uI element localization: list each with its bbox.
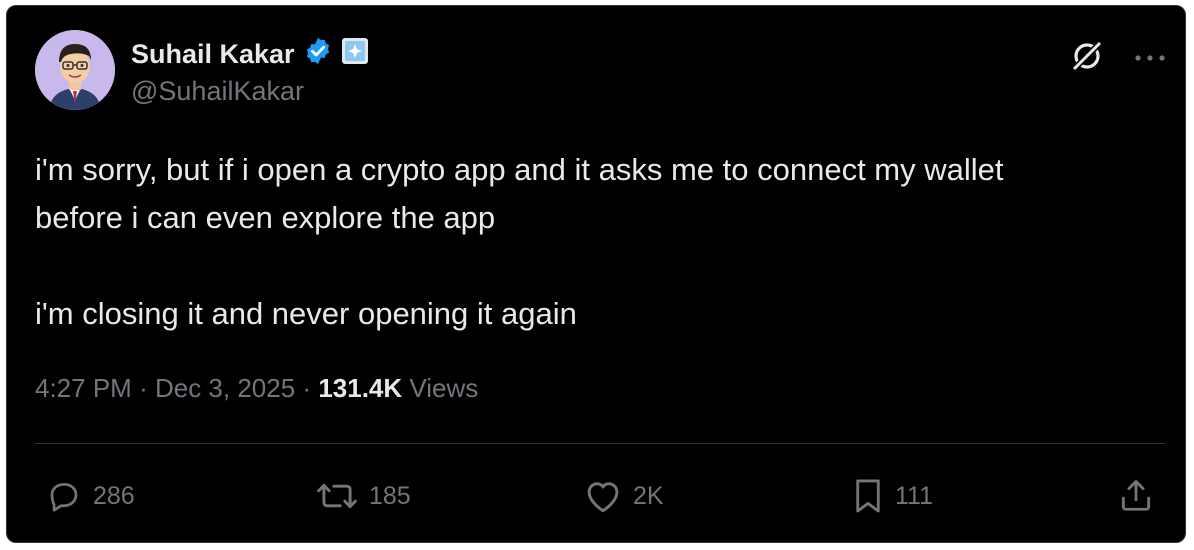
share-button[interactable]	[1117, 476, 1155, 514]
grok-icon[interactable]	[1067, 36, 1107, 81]
tweet-text-line: i'm closing it and never opening it agai…	[35, 296, 577, 331]
tweet-date[interactable]: Dec 3, 2025	[155, 373, 295, 403]
verified-badge-icon	[303, 36, 333, 71]
tweet-card: Suhail Kakar @SuhailKakar i'm sorry, but…	[6, 5, 1186, 543]
views-label: Views	[409, 373, 479, 403]
tweet-action-bar: 286 185 2K 111	[35, 476, 1171, 516]
bookmark-icon	[851, 477, 885, 515]
author-name-row: Suhail Kakar	[131, 36, 369, 71]
more-options-icon[interactable]	[1133, 50, 1167, 68]
reply-icon	[45, 478, 83, 514]
tweet-text: i'm sorry, but if i open a crypto app an…	[35, 146, 1155, 338]
tweet-text-line: i'm sorry, but if i open a crypto app an…	[35, 152, 1004, 187]
author-handle[interactable]: @SuhailKakar	[131, 75, 304, 107]
avatar[interactable]	[35, 30, 115, 110]
views-count: 131.4K	[318, 373, 403, 403]
repost-icon	[315, 478, 359, 514]
bookmark-count: 111	[895, 482, 934, 510]
reply-button[interactable]: 286	[45, 476, 135, 516]
like-button[interactable]: 2K	[583, 476, 664, 516]
repost-count: 185	[369, 482, 411, 510]
meta-separator: ·	[302, 373, 312, 403]
tweet-time[interactable]: 4:27 PM	[35, 373, 132, 403]
meta-separator: ·	[139, 373, 148, 403]
repost-button[interactable]: 185	[315, 476, 411, 516]
tweet-text-line: before i can even explore the app	[35, 200, 496, 235]
tweet-top-actions	[1067, 36, 1167, 81]
author-display-name[interactable]: Suhail Kakar	[131, 38, 295, 70]
reply-count: 286	[93, 482, 135, 510]
bookmark-button[interactable]: 111	[851, 476, 933, 516]
heart-icon	[583, 478, 623, 514]
share-icon	[1117, 476, 1155, 514]
like-count: 2K	[633, 482, 664, 510]
affiliate-badge-icon[interactable]	[341, 37, 369, 70]
tweet-meta: 4:27 PM · Dec 3, 2025 · 131.4K Views	[35, 372, 478, 404]
divider	[35, 443, 1165, 444]
